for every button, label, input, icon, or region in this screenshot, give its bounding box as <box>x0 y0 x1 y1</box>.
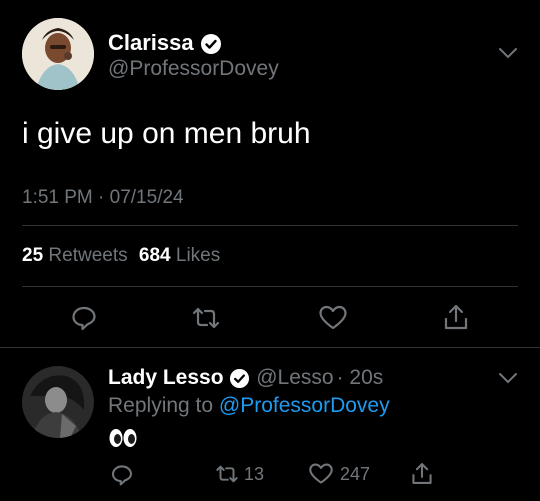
divider <box>0 347 540 348</box>
reply-retweet-action[interactable]: 13 <box>214 462 264 486</box>
retweet-icon <box>214 462 240 486</box>
verified-badge-icon <box>229 368 250 389</box>
replying-to-handle[interactable]: @ProfessorDovey <box>219 394 390 417</box>
reply-author-display-name[interactable]: Lady Lesso <box>108 366 224 389</box>
reply-text: 👀 <box>108 427 138 449</box>
engagement-stats: 25 Retweets 684 Likes <box>22 245 220 267</box>
author-avatar[interactable] <box>22 18 94 90</box>
portrait-avatar-icon <box>22 18 94 90</box>
reply-icon[interactable] <box>70 304 98 332</box>
tweet-text: i give up on men bruh <box>22 117 311 150</box>
share-icon[interactable] <box>442 302 470 332</box>
divider <box>22 286 518 287</box>
author-handle[interactable]: @ProfessorDovey <box>108 57 279 81</box>
reply-like-action[interactable]: 247 <box>308 462 370 486</box>
reply-author-handle[interactable]: @Lesso <box>256 366 333 389</box>
reply-share-icon[interactable] <box>410 460 434 487</box>
reply-retweet-count: 13 <box>244 463 265 484</box>
reply-like-count: 247 <box>340 463 371 484</box>
like-icon[interactable] <box>318 304 348 332</box>
tweet-timestamp[interactable]: 1:51 PM · 07/15/24 <box>22 187 184 209</box>
reply-time[interactable]: · 20s <box>337 366 384 389</box>
like-icon <box>308 462 334 486</box>
replying-to-label: Replying to <box>108 394 214 417</box>
retweets-label[interactable]: Retweets <box>48 245 127 266</box>
divider <box>22 225 518 226</box>
retweets-count[interactable]: 25 <box>22 245 43 266</box>
likes-label[interactable]: Likes <box>176 245 220 266</box>
likes-count[interactable]: 684 <box>139 245 171 266</box>
reply-author-avatar[interactable] <box>22 366 94 438</box>
reply-reply-icon[interactable] <box>110 463 134 487</box>
retweet-icon[interactable] <box>190 304 222 332</box>
author-display-name[interactable]: Clarissa <box>108 30 194 55</box>
verified-badge-icon <box>200 33 222 55</box>
portrait-avatar-bw-icon <box>22 366 94 438</box>
eyes-emoji-text: 👀 <box>108 427 109 428</box>
reply-more-options-chevron-icon[interactable] <box>498 371 518 385</box>
eyes-emoji-icon <box>109 429 137 447</box>
more-options-chevron-icon[interactable] <box>498 46 518 60</box>
